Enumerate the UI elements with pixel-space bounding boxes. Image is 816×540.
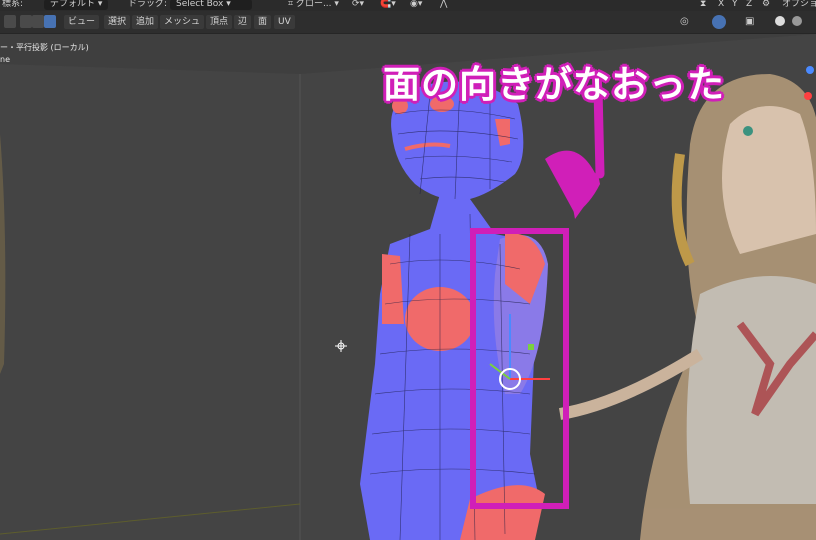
menu-mesh[interactable]: メッシュ bbox=[160, 15, 205, 29]
drag-dropdown[interactable]: Select Box ▾ bbox=[170, 0, 252, 10]
snap-icon[interactable]: 🧲▾ bbox=[380, 0, 396, 10]
annotation-headline: 面の向きがなおった bbox=[383, 63, 725, 106]
transform-orientation-dropdown[interactable]: ⌗ グロー... ▾ bbox=[288, 0, 339, 10]
drag-value: Select Box bbox=[176, 0, 224, 9]
menu-face[interactable]: 面 bbox=[254, 15, 272, 29]
menu-add[interactable]: 追加 bbox=[132, 15, 159, 29]
drag-label: ドラッグ: bbox=[128, 0, 168, 9]
orientation-value: デフォルト bbox=[50, 0, 96, 9]
edge-select-mode-icon[interactable] bbox=[32, 15, 44, 28]
axis-y-toggle[interactable]: Y bbox=[732, 0, 738, 10]
proportional-edit-icon[interactable]: ◉▾ bbox=[410, 0, 422, 10]
axis-z-toggle[interactable]: Z bbox=[746, 0, 752, 10]
xray-icon[interactable]: ▣ bbox=[745, 16, 754, 27]
viewport-canvas bbox=[0, 34, 816, 540]
navigation-gizmo[interactable] bbox=[806, 66, 814, 74]
pivot-icon[interactable]: ⟳▾ bbox=[352, 0, 364, 10]
menu-edge[interactable]: 辺 bbox=[234, 15, 252, 29]
solid-shading-icon[interactable] bbox=[775, 16, 785, 26]
header-bar: 標系: デフォルト ▾ ドラッグ: Select Box ▾ ⌗ グロー... … bbox=[0, 0, 816, 11]
transform-orientation-value: グロー... bbox=[295, 0, 332, 9]
edit-mode-icon[interactable] bbox=[4, 15, 16, 28]
options-dropdown[interactable]: オプショ bbox=[782, 0, 816, 10]
coordinate-system-label: 標系: bbox=[2, 0, 24, 9]
navigation-gizmo-x[interactable] bbox=[804, 92, 812, 100]
mirror-icon[interactable]: ⧗ bbox=[700, 0, 706, 10]
menu-view[interactable]: ビュー bbox=[64, 15, 100, 29]
menu-select[interactable]: 選択 bbox=[104, 15, 131, 29]
face-select-mode-icon[interactable] bbox=[44, 15, 56, 28]
overlay-visibility-icon[interactable]: ◎ bbox=[680, 16, 689, 27]
overlay-toggle-icon[interactable] bbox=[712, 15, 726, 29]
material-shading-icon[interactable] bbox=[792, 16, 802, 26]
editor-menubar: ビュー 選択 追加 メッシュ 頂点 辺 面 UV ◎ ▣ bbox=[0, 11, 816, 34]
falloff-icon[interactable]: ⋀ bbox=[440, 0, 447, 10]
3d-viewport[interactable]: ー・平行投影 (ローカル) ne 面の向きがなおった bbox=[0, 34, 816, 540]
axis-x-toggle[interactable]: X bbox=[718, 0, 724, 10]
wrench-icon[interactable]: ⚙ bbox=[762, 0, 770, 10]
orientation-dropdown[interactable]: デフォルト ▾ bbox=[44, 0, 109, 10]
menu-vertex[interactable]: 頂点 bbox=[206, 15, 233, 29]
menu-uv[interactable]: UV bbox=[274, 15, 295, 29]
vertex-select-mode-icon[interactable] bbox=[20, 15, 32, 28]
